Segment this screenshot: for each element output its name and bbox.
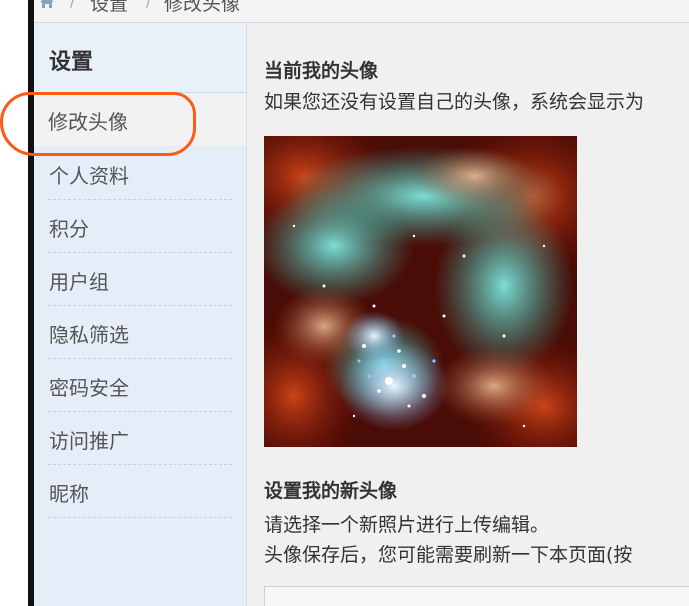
sidebar-item-profile[interactable]: 个人资料 xyxy=(48,147,232,200)
sidebar-item-edit-avatar[interactable]: 修改头像 xyxy=(34,93,246,146)
current-avatar-image xyxy=(264,136,577,447)
breadcrumb-item-settings[interactable]: 设置 xyxy=(90,0,128,16)
window-edge xyxy=(0,0,28,606)
settings-sidebar: 设置 修改头像 个人资料 积分 用户组 隐私筛选 密码安全 访问推广 昵称 xyxy=(34,24,247,606)
sidebar-item-label: 修改头像 xyxy=(48,110,128,134)
sidebar-item-label: 个人资料 xyxy=(49,164,129,188)
sidebar-header: 设置 xyxy=(34,24,246,93)
new-avatar-instruction: 请选择一个新照片进行上传编辑。 xyxy=(264,514,550,536)
breadcrumb-item-edit-avatar[interactable]: 修改头像 xyxy=(164,0,240,16)
sidebar-item-referral[interactable]: 访问推广 xyxy=(48,412,232,465)
sidebar-item-label: 密码安全 xyxy=(49,376,129,400)
sidebar-item-label: 访问推广 xyxy=(49,429,129,453)
sidebar-title: 设置 xyxy=(49,50,94,75)
sidebar-item-label: 昵称 xyxy=(49,482,89,506)
sidebar-item-label: 用户组 xyxy=(49,270,109,294)
sidebar-item-user-group[interactable]: 用户组 xyxy=(48,253,232,306)
current-avatar-heading: 当前我的头像 xyxy=(264,60,379,82)
sidebar-item-label: 积分 xyxy=(49,217,89,241)
page: / 设置 / 修改头像 设置 修改头像 个人资料 积分 用户组 隐私筛选 密码安… xyxy=(0,0,689,606)
avatar-upload-area[interactable] xyxy=(264,586,689,606)
current-avatar-description: 如果您还没有设置自己的头像，系统会显示为 xyxy=(264,91,645,113)
sidebar-item-nickname[interactable]: 昵称 xyxy=(48,465,232,518)
sidebar-item-password-security[interactable]: 密码安全 xyxy=(48,359,232,412)
breadcrumb-separator: / xyxy=(70,0,76,10)
sidebar-item-label: 隐私筛选 xyxy=(49,323,129,347)
main-content: 当前我的头像 如果您还没有设置自己的头像，系统会显示为 设置我的新头像 请选择一… xyxy=(247,24,689,606)
sidebar-item-privacy-filter[interactable]: 隐私筛选 xyxy=(48,306,232,359)
breadcrumb-separator: / xyxy=(146,0,152,10)
new-avatar-heading: 设置我的新头像 xyxy=(264,480,398,502)
breadcrumb: / 设置 / 修改头像 xyxy=(34,0,689,23)
new-avatar-refresh-note: 头像保存后，您可能需要刷新一下本页面(按 xyxy=(264,544,633,566)
home-icon[interactable] xyxy=(39,0,55,10)
sidebar-item-points[interactable]: 积分 xyxy=(48,200,232,253)
